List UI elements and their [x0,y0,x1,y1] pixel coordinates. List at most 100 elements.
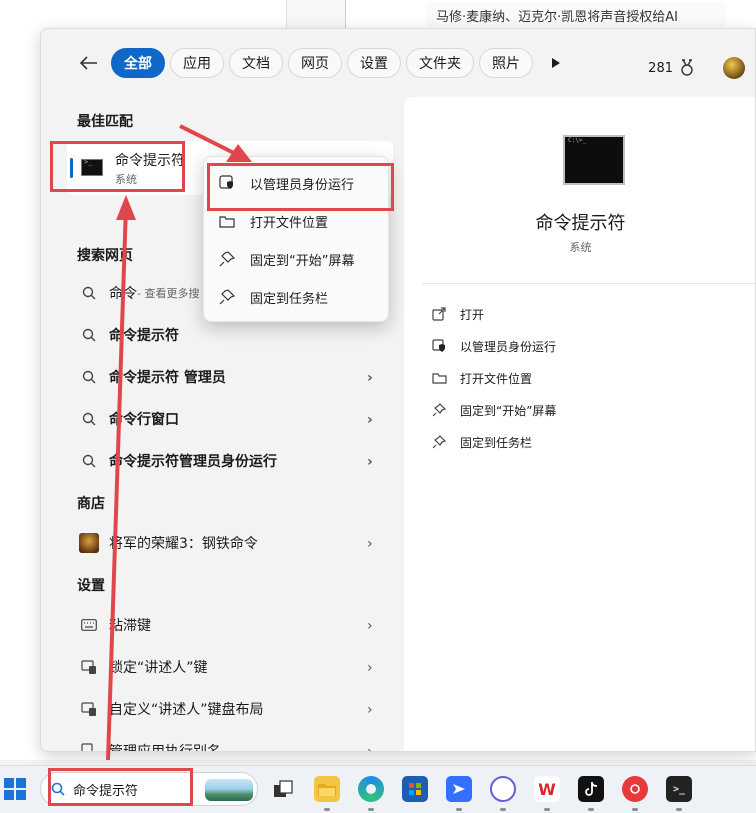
pin-icon [430,435,448,449]
open-external-icon [430,307,448,321]
chevron-right-icon: › [367,454,373,470]
store-header: 商店 [77,496,105,512]
narrator-icon [75,659,103,675]
tiktok-icon[interactable] [578,776,604,802]
game-icon [75,533,103,553]
settings-item[interactable]: 自定义“讲述人”键盘布局 › [67,689,393,729]
tab-photos[interactable]: 照片 [479,48,533,78]
store-icon[interactable] [402,776,428,802]
background-news-headline[interactable]: 马修·麦康纳、迈克尔·凯恩将声音授权给AI [426,3,726,27]
web-search-header: 搜索网页 [77,248,133,264]
store-item[interactable]: 将军的荣耀3：钢铁命令 › [67,523,393,563]
settings-item[interactable]: 粘滞键 › [67,605,393,645]
settings-item-label: 锁定“讲述人”键 [109,660,208,676]
settings-item[interactable]: 管理应用执行别名 › [67,731,393,752]
context-pin-to-taskbar[interactable]: 固定到任务栏 [218,285,328,309]
settings-item[interactable]: 锁定“讲述人”键 › [67,647,393,687]
chevron-right-icon: › [367,536,373,552]
user-avatar[interactable] [723,57,745,79]
settings-header: 设置 [77,578,105,594]
windows-start-icon[interactable] [4,778,26,800]
search-icon [75,454,103,468]
context-pin-to-start[interactable]: 固定到“开始”屏幕 [218,247,354,271]
chevron-right-icon: › [367,702,373,718]
action-pin-to-taskbar[interactable]: 固定到任务栏 [430,431,532,453]
task-view-icon[interactable] [270,776,296,802]
context-item-label: 固定到任务栏 [250,291,329,307]
folder-icon [430,372,448,384]
start-search-panel: 全部 应用 文档 网页 设置 文件夹 照片 281 最佳匹配 命令提示符 系统 … [40,28,756,752]
web-result-text: 命令行窗口 [109,412,179,428]
tab-settings[interactable]: 设置 [347,48,401,78]
wps-icon[interactable]: W [534,776,560,802]
context-item-label: 固定到“开始”屏幕 [250,253,355,269]
chevron-right-icon: › [367,618,373,634]
rewards-points-value: 281 [648,60,673,76]
context-item-label: 打开文件位置 [250,215,329,231]
web-result-text: 命令提示符管理员身份运行 [109,454,277,470]
web-result-text: 命令提示符 [109,328,179,344]
folder-icon [218,215,236,228]
pin-icon [218,289,236,305]
chevron-right-icon: › [367,370,373,386]
action-label: 打开 [460,307,485,322]
detail-subtitle: 系统 [569,241,592,254]
action-run-as-admin[interactable]: 以管理员身份运行 [430,335,556,357]
chevron-right-icon: › [367,744,373,752]
store-item-title: 将军的荣耀3：钢铁命令 [109,536,258,552]
search-icon [75,286,103,300]
chevron-right-icon: › [367,412,373,428]
more-tabs-button[interactable] [546,53,566,73]
settings-item-label: 自定义“讲述人”键盘布局 [109,702,264,718]
best-match-header: 最佳匹配 [77,114,133,130]
running-indicator [324,808,330,811]
background-window-strip [286,0,346,30]
running-indicator [544,808,550,811]
tab-web[interactable]: 网页 [288,48,342,78]
web-result-item[interactable]: 命令行窗口 › [67,399,393,439]
running-indicator [500,808,506,811]
circle-app-icon[interactable] [490,776,516,802]
action-label: 打开文件位置 [460,371,533,386]
search-icon [75,412,103,426]
settings-item-label: 管理应用执行别名 [109,744,221,752]
edge-icon[interactable] [358,776,384,802]
web-result-item[interactable]: 命令提示符管理员身份运行 › [67,441,393,481]
narrator-icon [75,701,103,717]
action-open[interactable]: 打开 [430,303,484,325]
file-explorer-icon[interactable] [314,776,340,802]
tab-apps[interactable]: 应用 [170,48,224,78]
keyboard-icon [75,619,103,631]
web-result-item[interactable]: 命令提示符 管理员 › [67,357,393,397]
annotation-box-run-as-admin [207,163,394,211]
action-label: 固定到“开始”屏幕 [460,403,557,418]
search-icon [75,370,103,384]
running-indicator [456,808,462,811]
tab-all[interactable]: 全部 [111,48,165,78]
back-button[interactable] [77,51,101,75]
tab-documents[interactable]: 文档 [229,48,283,78]
web-result-text: 命令提示符 管理员 [109,370,226,386]
settings-item-label: 粘滞键 [109,618,151,634]
search-icon [75,328,103,342]
action-open-file-location[interactable]: 打开文件位置 [430,367,532,389]
web-result-suffix: - 查看更多搜 [137,287,200,300]
rewards-medal-icon [681,59,693,76]
detail-pane: 命令提示符 系统 打开 以管理员身份运行 打开文件位置 固定到“开始”屏幕 固定… [404,97,755,751]
detail-divider [422,283,755,284]
action-pin-to-start[interactable]: 固定到“开始”屏幕 [430,399,556,421]
feishu-icon[interactable] [446,776,472,802]
detail-title: 命令提示符 [535,213,626,234]
rewards-points[interactable]: 281 [648,59,695,77]
pin-icon [218,251,236,267]
netease-music-icon[interactable] [622,776,648,802]
taskbar: 命令提示符 W >_ [0,765,756,813]
context-open-file-location[interactable]: 打开文件位置 [218,209,328,233]
tab-folders[interactable]: 文件夹 [406,48,474,78]
app-alias-icon [75,743,103,751]
web-result-text: 命令 [109,286,137,302]
terminal-icon[interactable]: >_ [666,776,692,802]
shield-icon [430,339,448,353]
action-label: 固定到任务栏 [460,435,533,450]
play-icon [552,58,560,68]
